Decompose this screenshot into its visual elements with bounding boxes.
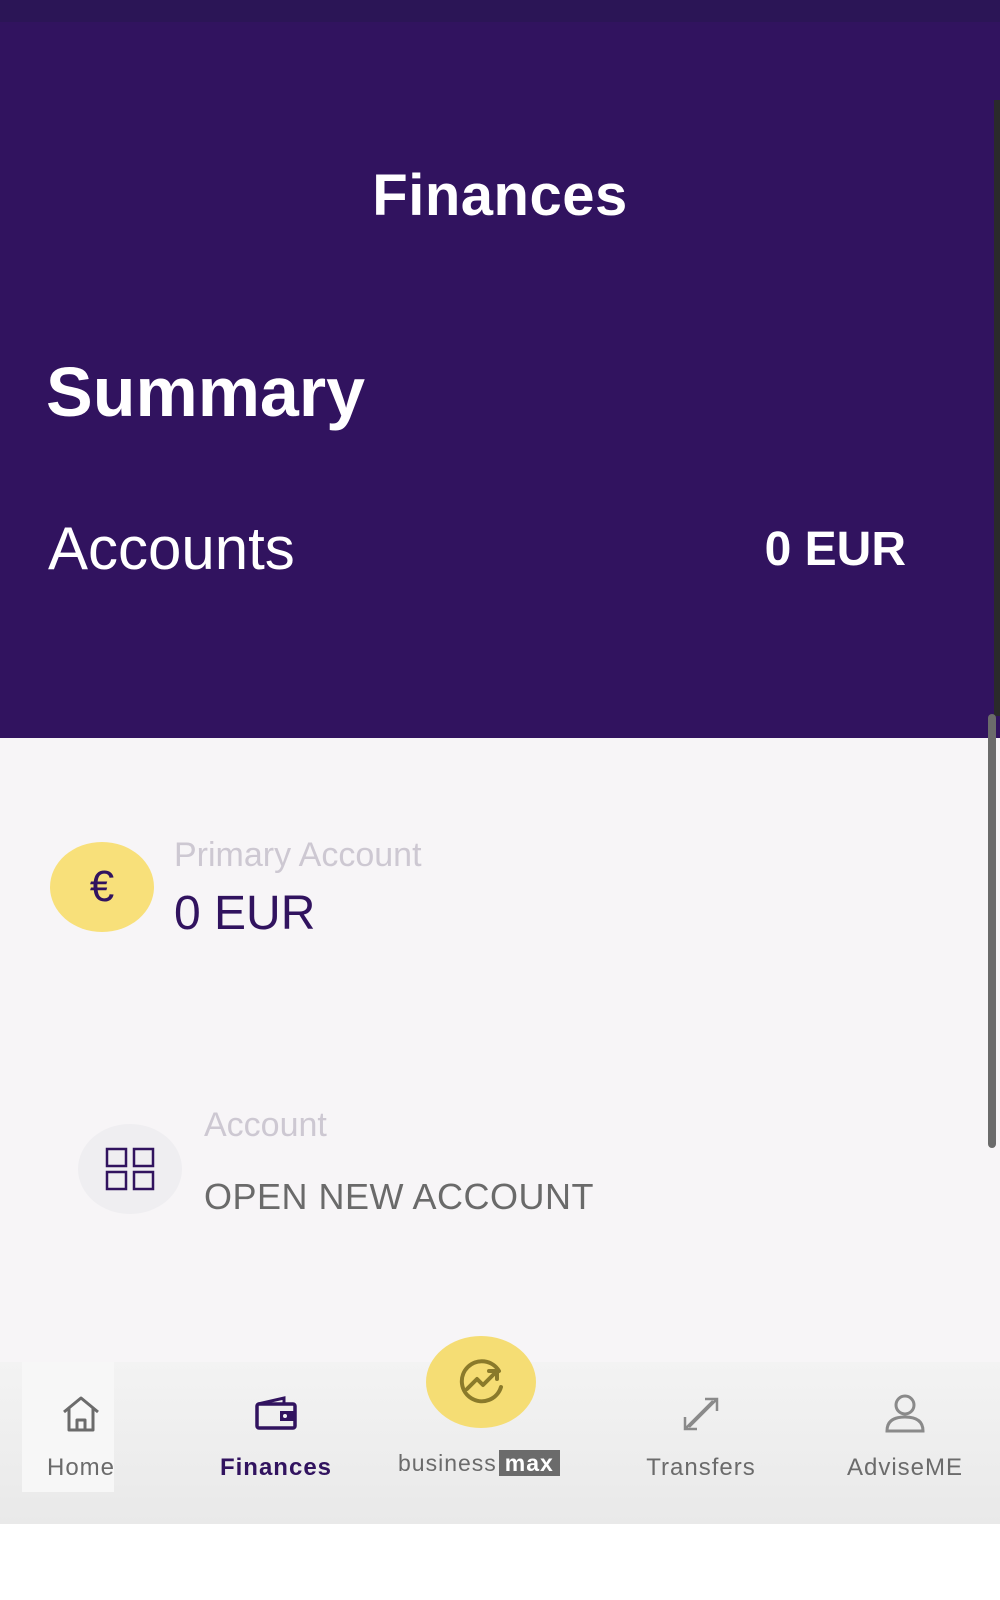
tab-businessmax-label[interactable]: business max	[398, 1450, 560, 1477]
transfer-arrows-icon	[679, 1384, 723, 1444]
businessmax-button[interactable]	[426, 1336, 536, 1428]
wallet-icon	[254, 1384, 298, 1444]
tab-finances[interactable]: Finances	[206, 1362, 346, 1492]
accounts-list	[0, 738, 1000, 1362]
tab-transfers[interactable]: Transfers	[616, 1362, 786, 1492]
page-title: Finances	[372, 163, 628, 228]
businessmax-label-text: business	[398, 1450, 497, 1476]
tab-home[interactable]: Home	[30, 1362, 132, 1492]
account-name: Primary Account	[174, 836, 422, 874]
accounts-total: 0 EUR	[764, 523, 906, 576]
header: Finances Summary Accounts 0 EUR	[0, 22, 1000, 738]
trend-up-icon	[459, 1359, 503, 1404]
open-account-caption: Account	[204, 1106, 327, 1144]
account-row-primary[interactable]: € Primary Account 0 EUR	[50, 836, 850, 956]
tab-adviseme[interactable]: AdviseME	[830, 1362, 980, 1492]
tab-home-label: Home	[46, 1454, 116, 1481]
scrollbar-edge	[994, 100, 1000, 716]
tab-finances-label: Finances	[219, 1454, 333, 1481]
businessmax-max-badge: max	[498, 1450, 560, 1476]
summary-title: Summary	[46, 353, 366, 431]
account-balance: 0 EUR	[174, 887, 316, 940]
euro-icon: €	[50, 842, 154, 932]
tab-transfers-label: Transfers	[646, 1454, 756, 1481]
open-account-label: OPEN NEW ACCOUNT	[204, 1176, 595, 1217]
grid-icon	[78, 1124, 182, 1214]
tab-adviseme-label: AdviseME	[846, 1454, 964, 1481]
scrollbar[interactable]	[988, 714, 996, 1148]
accounts-label: Accounts	[48, 515, 295, 582]
home-icon	[59, 1384, 103, 1444]
person-icon	[883, 1384, 927, 1444]
status-strip	[0, 0, 1000, 22]
open-new-account-button[interactable]: Account OPEN NEW ACCOUNT	[78, 1106, 878, 1226]
